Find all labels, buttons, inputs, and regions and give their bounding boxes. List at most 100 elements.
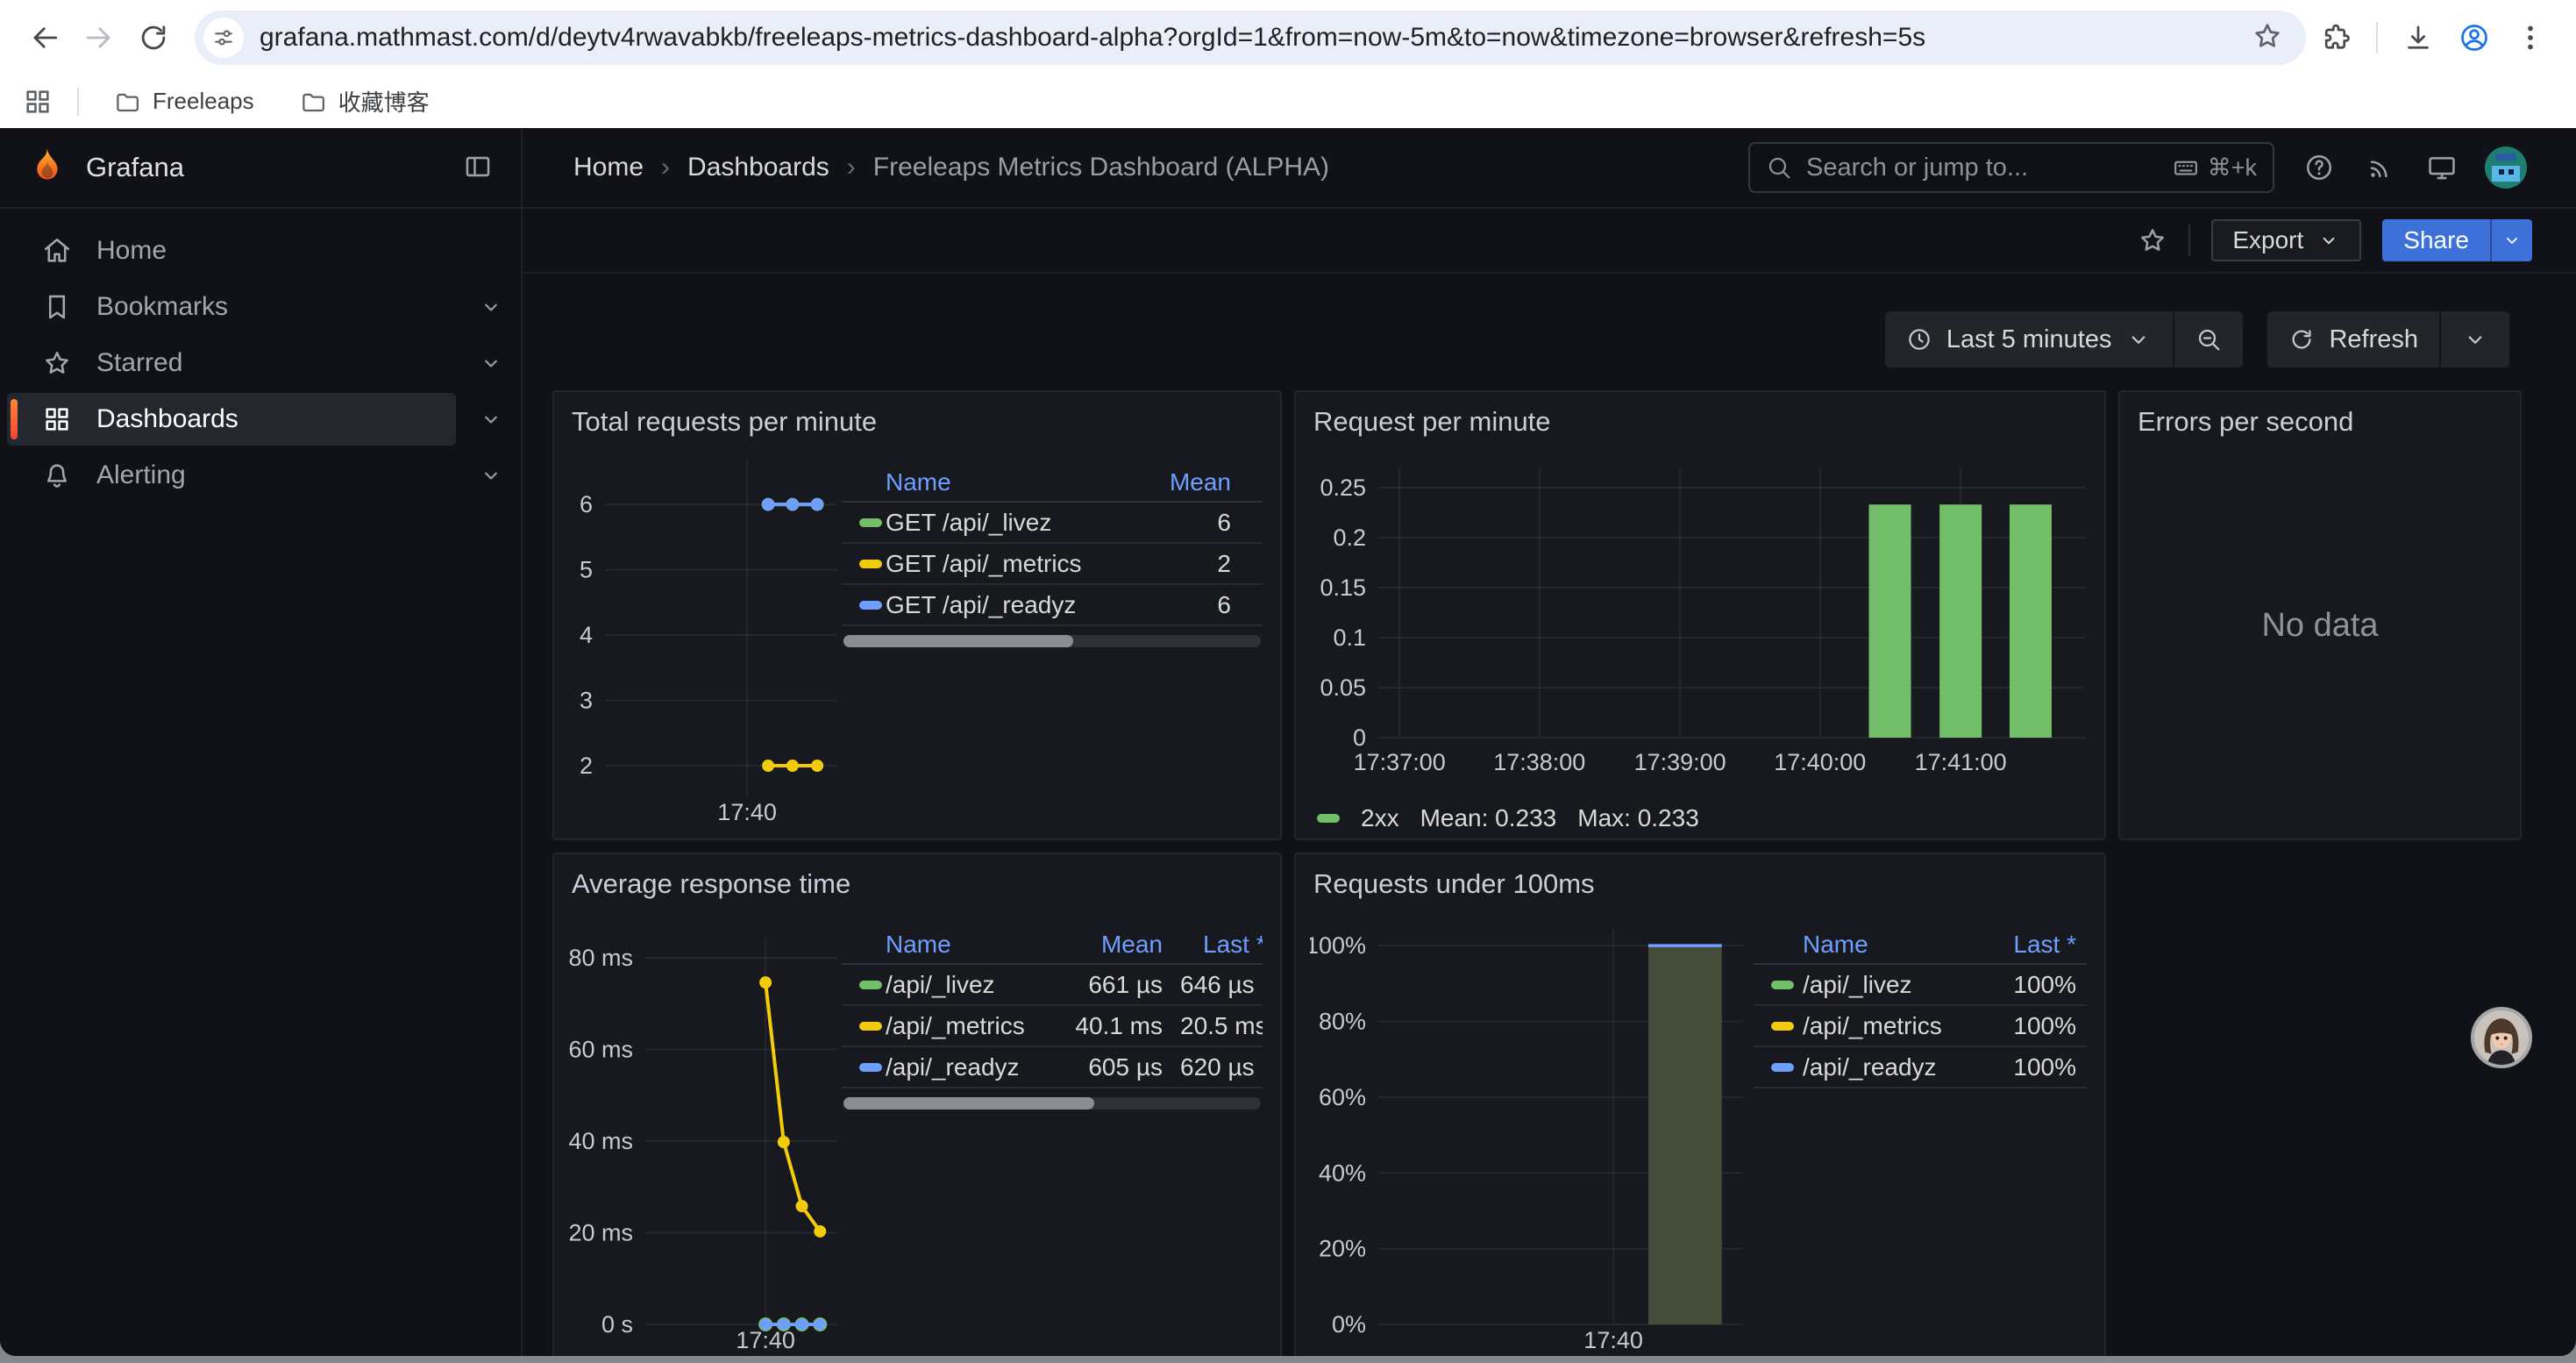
series-name[interactable]: 2xx [1361,804,1399,832]
expand-bookmarks-button[interactable] [479,295,503,319]
legend-scrollbar-thumb[interactable] [843,635,1073,647]
address-bar[interactable]: grafana.mathmast.com/d/deytv4rwavabkb/fr… [195,11,2306,65]
site-settings-button[interactable] [203,18,244,58]
sidebar-item-starred: Starred [7,335,509,391]
url-text[interactable]: grafana.mathmast.com/d/deytv4rwavabkb/fr… [260,23,2252,53]
bookmark-page-button[interactable] [2252,20,2287,55]
sidebar-link-dashboards[interactable]: Dashboards [7,393,456,446]
legend-row: /api/_livez 661 µs 646 µs [842,965,1263,1006]
legend-scrollbar-thumb[interactable] [843,1097,1094,1110]
series-swatch [859,1063,882,1072]
search-input[interactable]: Search or jump to... ⌘+k [1748,142,2274,193]
bookmarks-bar: Freeleaps 收藏博客 [0,75,2576,128]
menu-dots-icon[interactable] [2515,22,2546,54]
header-icons [2304,153,2457,182]
panel-title[interactable]: Requests under 100ms [1310,865,2090,903]
svg-text:100%: 100% [1310,932,1366,959]
profile-icon[interactable] [2459,22,2490,54]
help-icon[interactable] [2304,153,2334,182]
bookmark-icon [42,292,72,322]
toolbar-actions [2320,22,2558,54]
svg-text:40%: 40% [1319,1160,1366,1186]
legend-row: GET /api/_readyz 6 [842,585,1263,626]
clock-icon [1906,326,1932,353]
sidebar-link-starred[interactable]: Starred [7,337,456,389]
expand-dashboards-button[interactable] [479,407,503,432]
legend-col-mean[interactable]: Mean [1059,931,1163,959]
sidebar-toggle-button[interactable] [463,152,495,183]
news-rss-icon[interactable] [2366,153,2395,182]
series-name[interactable]: /api/_metrics [886,1012,1059,1040]
extensions-icon[interactable] [2320,22,2352,54]
svg-text:17:40: 17:40 [1583,1327,1643,1353]
panel-title[interactable]: Request per minute [1310,403,2090,441]
sidebar-link-alerting[interactable]: Alerting [7,449,456,502]
reload-button[interactable] [126,11,181,65]
export-button[interactable]: Export [2211,219,2361,261]
legend-col-name[interactable]: Name [1803,931,1976,959]
panel-title[interactable]: Errors per second [2134,403,2506,441]
series-name[interactable]: /api/_readyz [1803,1053,1976,1081]
share-label: Share [2403,226,2469,254]
breadcrumb-current: Freeleaps Metrics Dashboard (ALPHA) [873,153,1329,182]
favorite-dashboard-button[interactable] [2138,225,2167,255]
series-last: 20.5 ms [1163,1012,1263,1040]
legend-scrollbar-track[interactable] [843,1097,1261,1110]
legend-col-name[interactable]: Name [886,931,1059,959]
share-menu-button[interactable] [2490,219,2532,261]
expand-alerting-button[interactable] [479,463,503,488]
legend-col-mean[interactable]: Mean [1128,468,1231,496]
share-button[interactable]: Share [2382,219,2490,261]
chevron-down-icon [2501,230,2523,251]
bell-icon [42,460,72,490]
svg-text:0.15: 0.15 [1320,574,1366,601]
series-name[interactable]: GET /api/_livez [886,509,1128,537]
svg-text:17:39:00: 17:39:00 [1634,749,1726,775]
series-name[interactable]: GET /api/_readyz [886,591,1128,619]
floating-assistant-avatar[interactable] [2471,1007,2532,1068]
svg-text:17:41:00: 17:41:00 [1915,749,2007,775]
search-shortcut: ⌘+k [2173,154,2257,182]
back-button[interactable] [18,11,72,65]
panel-body: 6543217:40 Name Mean GET /api/_livez 6 [568,441,1266,829]
series-name[interactable]: /api/_livez [886,971,1059,999]
breadcrumb-home[interactable]: Home [573,153,644,182]
series-name[interactable]: /api/_readyz [886,1053,1059,1081]
zoom-out-button[interactable] [2174,311,2243,368]
toolbar-divider [2376,22,2378,54]
legend-scrollbar-track[interactable] [843,635,1261,647]
display-icon[interactable] [2427,153,2457,182]
star-icon [2138,225,2167,255]
sidebar-link-bookmarks[interactable]: Bookmarks [7,281,456,333]
series-name[interactable]: GET /api/_metrics [886,550,1128,578]
assistant-avatar-image [2474,1010,2529,1065]
panel-title[interactable]: Average response time [568,865,1266,903]
search-placeholder: Search or jump to... [1806,153,2028,182]
svg-text:0: 0 [1353,724,1366,751]
average-response-time-chart[interactable]: 80 ms60 ms40 ms20 ms0 s17:40 [568,903,842,1356]
requests-under-100ms-chart[interactable]: 100%80%60%40%20%0%17:40 [1310,903,1754,1356]
legend-col-last[interactable]: Last * [1976,931,2076,959]
forward-button[interactable] [72,11,126,65]
refresh-button[interactable]: Refresh [2267,311,2439,368]
expand-starred-button[interactable] [479,351,503,375]
time-range-picker[interactable]: Last 5 minutes [1885,311,2174,368]
legend-col-last[interactable]: Last * [1163,931,1263,959]
sidebar-link-home[interactable]: Home [7,225,456,277]
total-requests-chart[interactable]: 6543217:40 [568,441,842,829]
series-name[interactable]: /api/_metrics [1803,1012,1976,1040]
download-icon[interactable] [2402,22,2434,54]
panel-title[interactable]: Total requests per minute [568,403,1266,441]
apps-grid-icon[interactable] [23,87,53,117]
dashboard-main: Export Share [523,209,2576,1356]
bookmark-folder-blogs[interactable]: 收藏博客 [289,80,440,123]
refresh-interval-button[interactable] [2441,311,2509,368]
avatar-pixel [2495,153,2516,161]
user-avatar[interactable] [2485,146,2527,189]
legend-col-name[interactable]: Name [886,468,1128,496]
request-per-minute-chart[interactable]: 0.250.20.150.10.05017:37:0017:38:0017:39… [1310,441,2087,792]
bookmark-folder-freeleaps[interactable]: Freeleaps [103,82,265,120]
grafana-logo[interactable] [26,146,67,189]
series-name[interactable]: /api/_livez [1803,971,1976,999]
breadcrumb-dashboards[interactable]: Dashboards [687,153,829,182]
